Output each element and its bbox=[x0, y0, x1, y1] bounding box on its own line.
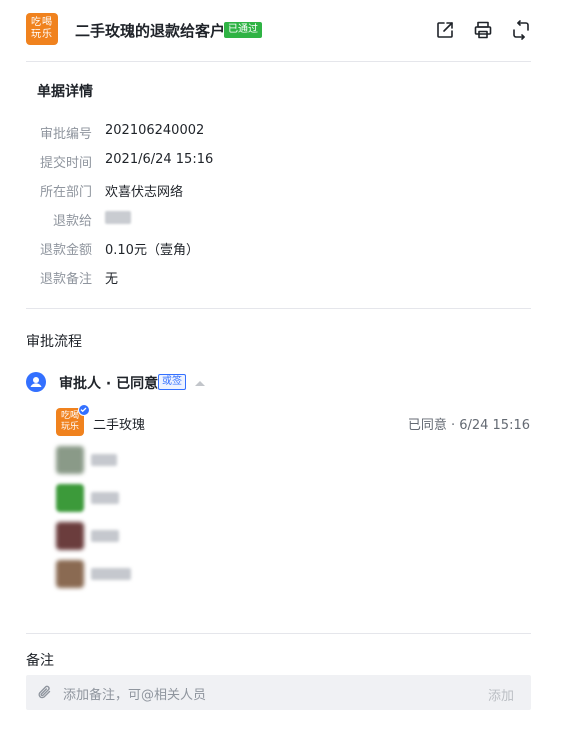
field-label-department: 所在部门 bbox=[39, 185, 92, 200]
field-value-submit-time: 2021/6/24 15:16 bbox=[105, 152, 214, 167]
paperclip-icon[interactable] bbox=[37, 684, 54, 705]
avatar bbox=[56, 484, 84, 512]
approver-row bbox=[56, 522, 530, 550]
field-label-refund-note: 退款备注 bbox=[39, 272, 92, 287]
field-value-refund-note: 无 bbox=[105, 272, 119, 287]
page-title: 二手玫瑰的退款给客户 bbox=[75, 22, 226, 40]
approver-row bbox=[56, 446, 530, 474]
avatar bbox=[56, 446, 84, 474]
flow-node-header: 审批人 · 已同意 或签 bbox=[26, 371, 326, 393]
avatar bbox=[56, 560, 84, 588]
approver-row bbox=[56, 560, 530, 588]
app-logo: 吃喝 玩乐 bbox=[26, 13, 58, 45]
caret-up-icon[interactable] bbox=[194, 375, 206, 394]
redacted-name bbox=[91, 568, 131, 580]
remark-section-title: 备注 bbox=[26, 653, 54, 669]
remark-placeholder: 添加备注，可@相关人员 bbox=[63, 688, 207, 703]
verified-check-icon bbox=[78, 404, 90, 416]
redacted-name bbox=[91, 454, 117, 466]
flow-node-title: 审批人 · 已同意 bbox=[59, 376, 159, 392]
share-icon[interactable] bbox=[435, 20, 455, 40]
field-value-refund-amount: 0.10元（壹角） bbox=[105, 243, 199, 258]
field-label-refund-amount: 退款金额 bbox=[39, 243, 92, 258]
avatar bbox=[56, 522, 84, 550]
redacted-name bbox=[91, 492, 119, 504]
field-label-approval-no: 审批编号 bbox=[39, 127, 92, 142]
field-value-approval-no: 202106240002 bbox=[105, 123, 205, 138]
print-icon[interactable] bbox=[473, 20, 493, 40]
or-sign-tag: 或签 bbox=[158, 374, 186, 390]
redacted-name bbox=[91, 530, 119, 542]
field-label-submit-time: 提交时间 bbox=[39, 156, 92, 171]
user-icon bbox=[26, 372, 46, 392]
transfer-icon[interactable] bbox=[511, 20, 531, 40]
logo-text-top: 吃喝 bbox=[31, 17, 53, 28]
flow-section-title: 审批流程 bbox=[26, 334, 82, 350]
divider bbox=[26, 61, 531, 62]
header: 吃喝 玩乐 二手玫瑰的退款给客户 已通过 bbox=[26, 13, 531, 47]
approver-row bbox=[56, 484, 530, 512]
details-section-title: 单据详情 bbox=[37, 84, 93, 100]
add-remark-button[interactable]: 添加 bbox=[488, 685, 514, 704]
approver-row: 吃喝 玩乐 二手玫瑰 已同意 · 6/24 15:16 bbox=[56, 404, 530, 436]
field-value-department: 欢喜伏志网络 bbox=[105, 185, 184, 200]
field-label-refund-to: 退款给 bbox=[52, 214, 92, 229]
field-value-refund-to-redacted bbox=[105, 211, 131, 224]
status-badge: 已通过 bbox=[224, 22, 262, 38]
remark-input[interactable]: 添加备注，可@相关人员 添加 bbox=[26, 675, 531, 710]
divider bbox=[26, 633, 531, 634]
logo-text-bottom: 玩乐 bbox=[31, 29, 53, 40]
approver-status: 已同意 · 6/24 15:16 bbox=[407, 418, 530, 433]
divider bbox=[26, 308, 531, 309]
approver-name: 二手玫瑰 bbox=[93, 418, 146, 433]
